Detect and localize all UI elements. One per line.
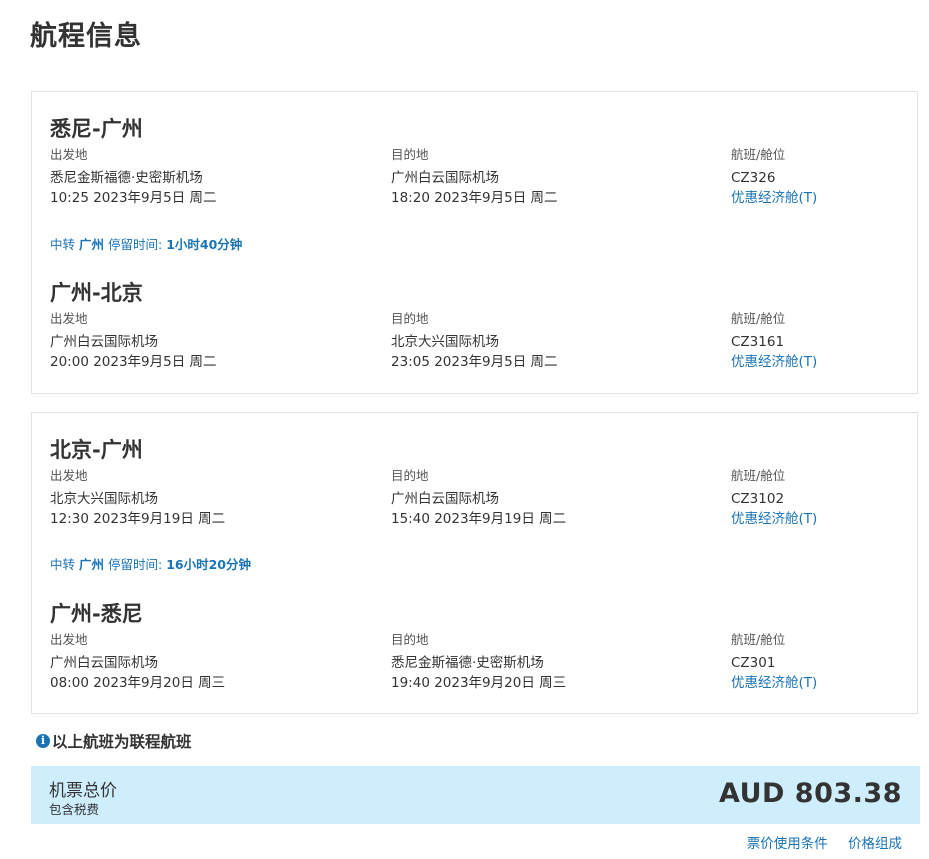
- flight-class-label: 航班/舱位: [731, 147, 786, 162]
- destination-label: 目的地: [391, 632, 429, 647]
- arrival-time: 23:05 2023年9月5日 周二: [391, 354, 558, 370]
- destination-column: 目的地 广州白云国际机场 15:40 2023年9月19日 周二: [391, 468, 566, 530]
- transfer-city: 广州: [79, 237, 105, 252]
- departure-airport: 广州白云国际机场: [50, 655, 158, 671]
- departure-column: 出发地 北京大兴国际机场 12:30 2023年9月19日 周二: [50, 468, 225, 530]
- cabin-class-link[interactable]: 优惠经济舱(T): [731, 353, 817, 373]
- segment-route: 广州-悉尼: [50, 602, 143, 626]
- total-price-label: 机票总价: [49, 781, 117, 801]
- trip-card-outbound: 悉尼-广州 出发地 悉尼金斯福德·史密斯机场 10:25 2023年9月5日 周…: [31, 91, 918, 394]
- departure-time: 08:00 2023年9月20日 周三: [50, 675, 226, 691]
- notice-text: 以上航班为联程航班: [52, 733, 192, 751]
- total-price-panel: 机票总价 包含税费 AUD 803.38: [31, 766, 920, 824]
- transfer-info: 中转 广州 停留时间: 16小时20分钟: [50, 554, 251, 573]
- departure-time: 12:30 2023年9月19日 周二: [50, 511, 226, 527]
- segment-route: 悉尼-广州: [50, 117, 143, 141]
- flight-number: CZ3102: [731, 491, 785, 507]
- transfer-prefix: 中转: [50, 557, 76, 572]
- trip-card-return: 北京-广州 出发地 北京大兴国际机场 12:30 2023年9月19日 周二 目…: [31, 412, 918, 714]
- total-price-value: AUD 803.38: [719, 778, 902, 809]
- segment-route: 广州-北京: [50, 281, 143, 305]
- stay-duration: 1小时40分钟: [166, 237, 243, 252]
- price-breakdown-link[interactable]: 价格组成: [848, 836, 902, 852]
- stay-duration: 16小时20分钟: [166, 557, 251, 572]
- destination-label: 目的地: [391, 311, 429, 326]
- departure-label: 出发地: [50, 468, 88, 483]
- destination-airport: 广州白云国际机场: [391, 170, 499, 186]
- flight-column: 航班/舱位 CZ3102 优惠经济舱(T): [731, 468, 817, 530]
- tax-included-note: 包含税费: [49, 802, 100, 817]
- flight-class-label: 航班/舱位: [731, 311, 786, 326]
- departure-column: 出发地 广州白云国际机场 20:00 2023年9月5日 周二: [50, 311, 217, 373]
- destination-airport: 广州白云国际机场: [391, 491, 499, 507]
- transfer-city: 广州: [79, 557, 105, 572]
- destination-column: 目的地 悉尼金斯福德·史密斯机场 19:40 2023年9月20日 周三: [391, 632, 566, 694]
- flight-number: CZ326: [731, 170, 776, 186]
- fare-rules-link[interactable]: 票价使用条件: [747, 836, 828, 852]
- departure-airport: 悉尼金斯福德·史密斯机场: [50, 170, 203, 186]
- destination-airport: 北京大兴国际机场: [391, 334, 499, 350]
- flight-column: 航班/舱位 CZ301 优惠经济舱(T): [731, 632, 817, 694]
- departure-airport: 广州白云国际机场: [50, 334, 158, 350]
- departure-label: 出发地: [50, 147, 88, 162]
- transfer-info: 中转 广州 停留时间: 1小时40分钟: [50, 234, 242, 253]
- departure-label: 出发地: [50, 632, 88, 647]
- cabin-class-link[interactable]: 优惠经济舱(T): [731, 510, 817, 530]
- connecting-flight-notice: i 以上航班为联程航班: [36, 730, 192, 752]
- cabin-class-link[interactable]: 优惠经济舱(T): [731, 189, 817, 209]
- cabin-class-link[interactable]: 优惠经济舱(T): [731, 674, 817, 694]
- destination-label: 目的地: [391, 147, 429, 162]
- destination-airport: 悉尼金斯福德·史密斯机场: [391, 655, 544, 671]
- flight-number: CZ301: [731, 655, 776, 671]
- departure-airport: 北京大兴国际机场: [50, 491, 158, 507]
- page-title: 航程信息: [30, 21, 142, 52]
- segment-route: 北京-广州: [50, 438, 143, 462]
- flight-column: 航班/舱位 CZ3161 优惠经济舱(T): [731, 311, 817, 373]
- destination-label: 目的地: [391, 468, 429, 483]
- footer-links: 票价使用条件 价格组成: [731, 832, 902, 852]
- transfer-prefix: 中转: [50, 237, 76, 252]
- departure-time: 20:00 2023年9月5日 周二: [50, 354, 217, 370]
- arrival-time: 19:40 2023年9月20日 周三: [391, 675, 567, 691]
- departure-label: 出发地: [50, 311, 88, 326]
- stay-time-label: 停留时间:: [108, 237, 163, 252]
- departure-column: 出发地 悉尼金斯福德·史密斯机场 10:25 2023年9月5日 周二: [50, 147, 217, 209]
- stay-time-label: 停留时间:: [108, 557, 163, 572]
- info-icon: i: [36, 734, 50, 748]
- departure-column: 出发地 广州白云国际机场 08:00 2023年9月20日 周三: [50, 632, 225, 694]
- destination-column: 目的地 北京大兴国际机场 23:05 2023年9月5日 周二: [391, 311, 558, 373]
- flight-class-label: 航班/舱位: [731, 632, 786, 647]
- flight-column: 航班/舱位 CZ326 优惠经济舱(T): [731, 147, 817, 209]
- departure-time: 10:25 2023年9月5日 周二: [50, 190, 217, 206]
- arrival-time: 15:40 2023年9月19日 周二: [391, 511, 567, 527]
- flight-number: CZ3161: [731, 334, 785, 350]
- flight-class-label: 航班/舱位: [731, 468, 786, 483]
- destination-column: 目的地 广州白云国际机场 18:20 2023年9月5日 周二: [391, 147, 558, 209]
- arrival-time: 18:20 2023年9月5日 周二: [391, 190, 558, 206]
